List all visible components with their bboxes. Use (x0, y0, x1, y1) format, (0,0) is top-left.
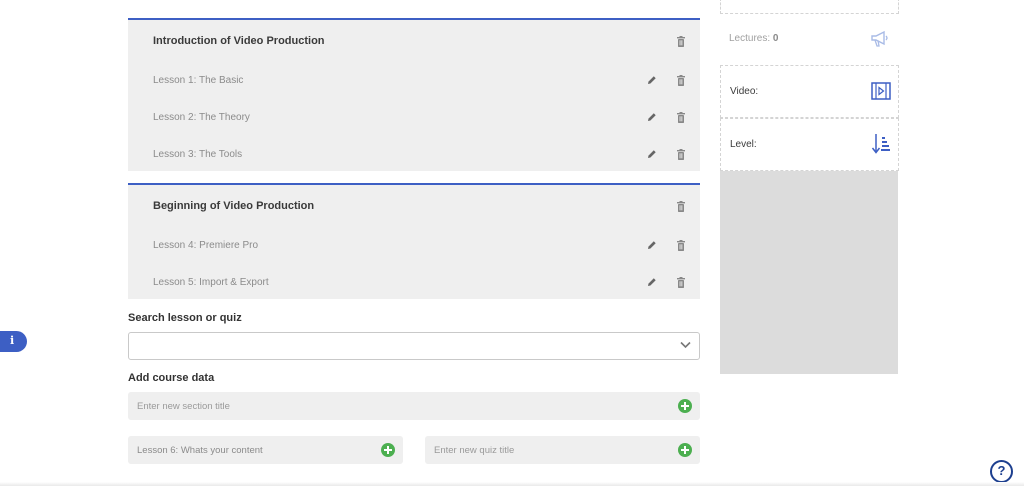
chevron-down-icon[interactable] (680, 341, 691, 349)
trash-icon[interactable] (676, 201, 686, 212)
section-card: Introduction of Video Production Lesson … (128, 18, 700, 171)
section-title: Beginning of Video Production (153, 200, 315, 212)
new-quiz-input[interactable] (425, 436, 654, 464)
video-label: Video: (730, 86, 759, 97)
sidebar-card-top (720, 0, 899, 14)
new-lesson-input[interactable] (128, 436, 357, 464)
new-section-input[interactable] (128, 392, 595, 420)
plus-circle-icon[interactable] (381, 443, 395, 457)
pencil-icon[interactable] (647, 149, 657, 159)
section-title: Introduction of Video Production (153, 35, 325, 47)
lesson-row[interactable]: Lesson 1: The Basic (128, 62, 700, 99)
info-icon: i (10, 334, 15, 347)
pencil-icon[interactable] (647, 75, 657, 85)
add-course-label: Add course data (128, 372, 215, 384)
trash-icon[interactable] (676, 75, 686, 86)
lectures-label: Lectures: 0 (729, 33, 779, 44)
lesson-row[interactable]: Lesson 2: The Theory (128, 99, 700, 136)
new-quiz-field (425, 436, 700, 464)
help-icon: ? (997, 463, 1006, 478)
page-bottom-edge (0, 482, 1024, 486)
info-button[interactable]: i (0, 331, 27, 352)
video-card: Video: (720, 65, 899, 118)
section-header: Beginning of Video Production (128, 185, 700, 227)
level-label: Level: (730, 139, 757, 150)
lesson-title: Lesson 4: Premiere Pro (153, 240, 259, 251)
new-lesson-field (128, 436, 403, 464)
search-select[interactable] (128, 332, 700, 360)
pencil-icon[interactable] (647, 277, 657, 287)
trash-icon[interactable] (676, 112, 686, 123)
new-section-field (128, 392, 700, 420)
trash-icon[interactable] (676, 149, 686, 160)
lesson-title: Lesson 5: Import & Export (153, 277, 269, 288)
section-header: Introduction of Video Production (128, 20, 700, 62)
trash-icon[interactable] (676, 240, 686, 251)
lesson-row[interactable]: Lesson 5: Import & Export (128, 264, 700, 301)
lesson-row[interactable]: Lesson 3: The Tools (128, 136, 700, 173)
lesson-title: Lesson 1: The Basic (153, 75, 244, 86)
lectures-row: Lectures: 0 (720, 20, 898, 60)
lesson-row[interactable]: Lesson 4: Premiere Pro (128, 227, 700, 264)
pencil-icon[interactable] (647, 240, 657, 250)
trash-icon[interactable] (676, 36, 686, 47)
sidebar-placeholder (720, 171, 898, 374)
search-label: Search lesson or quiz (128, 312, 242, 324)
help-button[interactable]: ? (990, 460, 1013, 483)
megaphone-icon (871, 30, 888, 47)
trash-icon[interactable] (676, 277, 686, 288)
pencil-icon[interactable] (647, 112, 657, 122)
lesson-title: Lesson 2: The Theory (153, 112, 250, 123)
section-card: Beginning of Video Production Lesson 4: … (128, 183, 700, 299)
plus-circle-icon[interactable] (678, 399, 692, 413)
lesson-title: Lesson 3: The Tools (153, 149, 243, 160)
plus-circle-icon[interactable] (678, 443, 692, 457)
level-card: Level: (720, 118, 899, 171)
sort-level-icon (871, 134, 890, 154)
video-icon (871, 82, 891, 100)
